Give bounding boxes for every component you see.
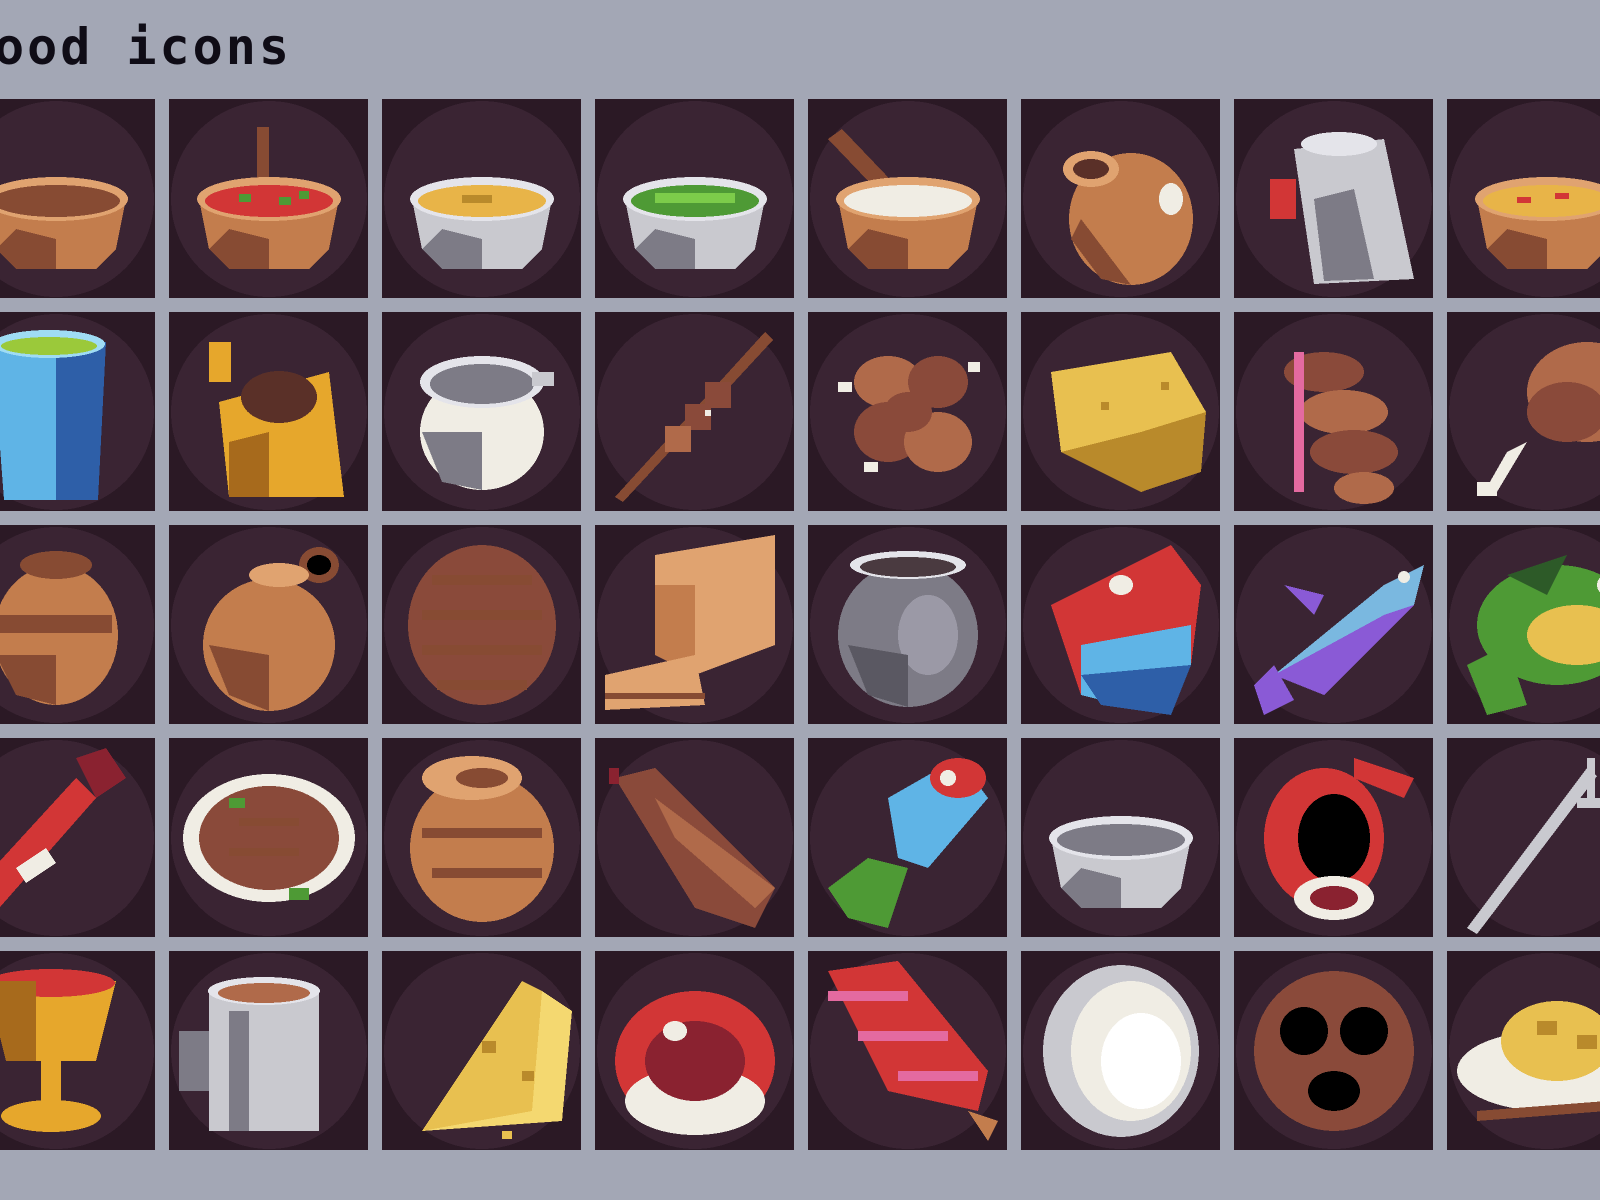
- sausage-links-icon: [1236, 314, 1432, 510]
- fish-tail-cut-icon: [810, 740, 1006, 936]
- icon-tile-ice-cream-cone: [808, 951, 1007, 1150]
- iron-cauldron-icon: [810, 527, 1006, 723]
- icon-tile-meat-skewer: [595, 312, 794, 511]
- icon-tile-grilled-fish-plate: [169, 738, 368, 937]
- steel-mixing-bowl-icon: [1023, 740, 1219, 936]
- salmon-steak-raw-icon: [1023, 527, 1219, 723]
- page-title: ood icons: [0, 18, 292, 76]
- icon-tile-steel-bowl-peas: [595, 99, 794, 298]
- roasted-meat-chunks-icon: [810, 314, 1006, 510]
- icon-tile-fork: [1447, 738, 1600, 937]
- green-fish-icon: [1449, 527, 1600, 723]
- icon-tile-chicken-leg: [1447, 312, 1600, 511]
- icon-tile-fish-steak: [595, 951, 794, 1150]
- icon-tile-wooden-bowl-stew: [169, 99, 368, 298]
- icon-tile-flour-sack: [382, 738, 581, 937]
- icon-tile-pasta-bowl: [1447, 99, 1600, 298]
- icon-tile-golden-goblet: [0, 951, 155, 1150]
- blue-cup-drink-icon: [0, 314, 154, 510]
- silver-pitcher-icon: [1236, 101, 1432, 297]
- icon-tile-sausage: [595, 738, 794, 937]
- icon-tile-silver-pitcher: [1234, 99, 1433, 298]
- clay-jug-icon: [1023, 101, 1219, 297]
- shrimp-icon: [1236, 740, 1432, 936]
- sausage-icon: [597, 740, 793, 936]
- egg-icon: [1023, 953, 1219, 1149]
- icon-tile-shrimp: [1234, 738, 1433, 937]
- icon-tile-blue-fish: [1234, 525, 1433, 724]
- fork-icon: [1449, 740, 1600, 936]
- tin-mug-icon: [171, 953, 367, 1149]
- icon-tile-iron-cauldron: [808, 525, 1007, 724]
- food-icon-grid: [0, 99, 1600, 1150]
- icon-tile-clay-jar: [169, 525, 368, 724]
- sliced-bread-loaf-icon: [597, 527, 793, 723]
- cheese-wedge-icon: [384, 953, 580, 1149]
- icon-tile-tin-mug: [169, 951, 368, 1150]
- pasta-bowl-icon: [1449, 101, 1600, 297]
- icon-tile-mortar-and-pestle: [808, 99, 1007, 298]
- icon-tile-clay-pot: [0, 525, 155, 724]
- clay-pot-icon: [0, 527, 154, 723]
- wooden-bowl-stew-icon: [171, 101, 367, 297]
- cheese-wheel-icon: [1023, 314, 1219, 510]
- wooden-bowl-empty-icon: [0, 101, 154, 297]
- icon-tile-wooden-bowl-empty: [0, 99, 155, 298]
- icon-tile-cooking-pot: [382, 312, 581, 511]
- golden-goblet-icon: [0, 953, 154, 1149]
- icon-tile-egg: [1021, 951, 1220, 1150]
- icon-tile-red-bottle: [0, 738, 155, 937]
- icon-tile-blue-cup-drink: [0, 312, 155, 511]
- grilled-fish-plate-icon: [171, 740, 367, 936]
- mortar-and-pestle-icon: [810, 101, 1006, 297]
- steel-bowl-soup-icon: [384, 101, 580, 297]
- icon-tile-clay-jug: [1021, 99, 1220, 298]
- icon-tile-sliced-bread-loaf: [595, 525, 794, 724]
- icon-tile-fish-tail-cut: [808, 738, 1007, 937]
- pretzel-icon: [1236, 953, 1432, 1149]
- golden-kettle-icon: [171, 314, 367, 510]
- rice-plate-icon: [1449, 953, 1600, 1149]
- icon-tile-steel-bowl-soup: [382, 99, 581, 298]
- ice-cream-cone-icon: [810, 953, 1006, 1149]
- fish-steak-icon: [597, 953, 793, 1149]
- flour-sack-icon: [384, 740, 580, 936]
- meat-skewer-icon: [597, 314, 793, 510]
- chicken-leg-icon: [1449, 314, 1600, 510]
- red-bottle-icon: [0, 740, 154, 936]
- icon-tile-pretzel: [1234, 951, 1433, 1150]
- cooking-pot-icon: [384, 314, 580, 510]
- steel-bowl-peas-icon: [597, 101, 793, 297]
- bread-loaf-round-icon: [384, 527, 580, 723]
- icon-tile-steel-mixing-bowl: [1021, 738, 1220, 937]
- icon-tile-golden-kettle: [169, 312, 368, 511]
- icon-tile-rice-plate: [1447, 951, 1600, 1150]
- blue-fish-icon: [1236, 527, 1432, 723]
- clay-jar-icon: [171, 527, 367, 723]
- icon-tile-cheese-wedge: [382, 951, 581, 1150]
- icon-tile-cheese-wheel: [1021, 312, 1220, 511]
- icon-tile-salmon-steak-raw: [1021, 525, 1220, 724]
- icon-tile-green-fish: [1447, 525, 1600, 724]
- icon-tile-roasted-meat-chunks: [808, 312, 1007, 511]
- icon-tile-sausage-links: [1234, 312, 1433, 511]
- icon-tile-bread-loaf-round: [382, 525, 581, 724]
